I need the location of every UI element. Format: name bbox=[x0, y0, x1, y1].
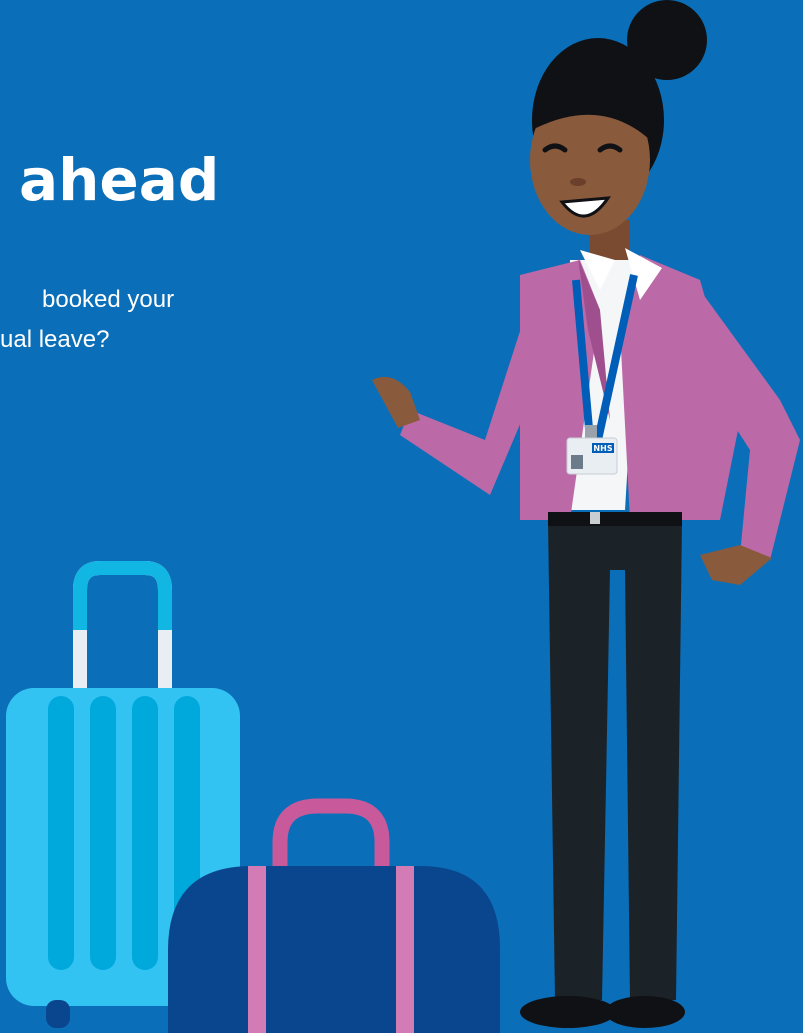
nhs-logo: NHS bbox=[593, 444, 612, 453]
illustration: NHS bbox=[6, 0, 800, 1033]
